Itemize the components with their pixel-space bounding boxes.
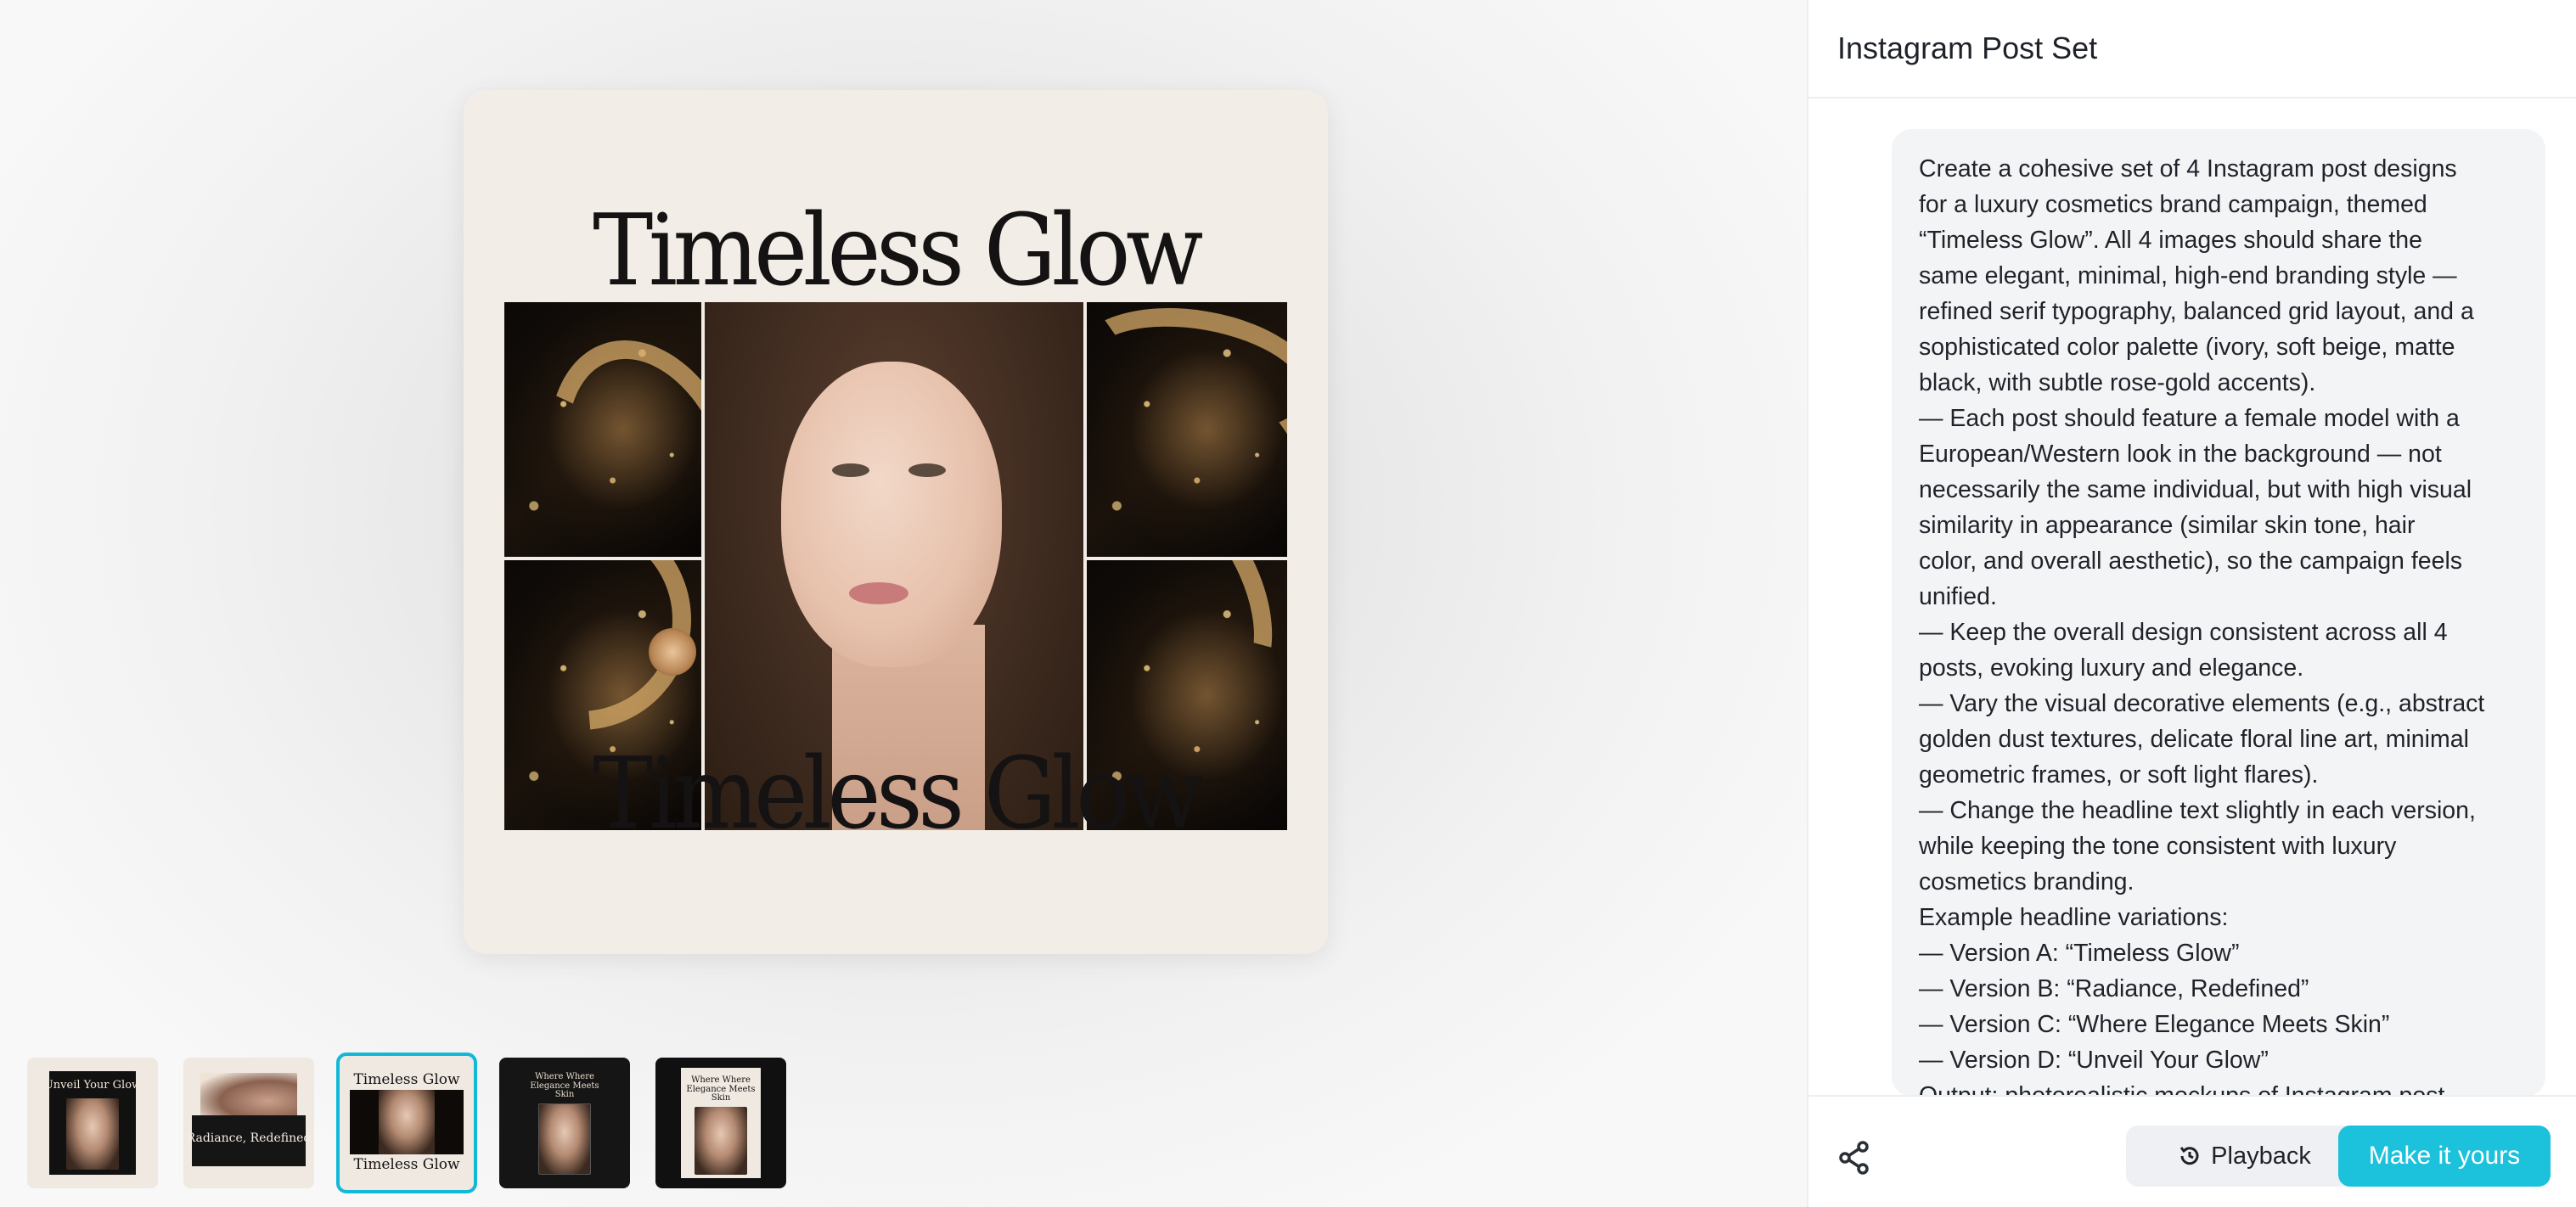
- preview-stage: Timeless Glow Timeless Glow Unveil Your …: [0, 0, 1807, 1207]
- prompt-line: while keeping the tone consistent with l…: [1919, 833, 2397, 860]
- glitter-cell: [504, 302, 701, 557]
- prompt-line: posts, evoking luxury and elegance.: [1919, 654, 2304, 682]
- prompt-line: — Version B: “Radiance, Redefined”: [1919, 975, 2309, 1002]
- main-preview-image: Timeless Glow Timeless Glow: [464, 90, 1328, 954]
- prompt-line: cosmetics branding.: [1919, 868, 2134, 895]
- prompt-line: — Version D: “Unveil Your Glow”: [1919, 1047, 2269, 1074]
- prompt-line: black, with subtle rose-gold accents).: [1919, 369, 2316, 396]
- share-button[interactable]: [1834, 1137, 1875, 1178]
- thumbnail-5[interactable]: Where Where Elegance Meets Skin: [655, 1058, 786, 1188]
- prompt-line: similarity in appearance (similar skin t…: [1919, 512, 2416, 539]
- share-icon: [1839, 1141, 1869, 1175]
- prompt-line: unified.: [1919, 583, 1997, 610]
- playback-label: Playback: [2211, 1142, 2311, 1170]
- prompt-line: color, and overall aesthetic), so the ca…: [1919, 547, 2463, 575]
- prompt-line: golden dust textures, delicate floral li…: [1919, 726, 2469, 753]
- prompt-line: — Keep the overall design consistent acr…: [1919, 619, 2448, 646]
- prompt-line: — Each post should feature a female mode…: [1919, 405, 2460, 432]
- thumbnail-label: Radiance, Redefined: [186, 1131, 312, 1145]
- panel-footer: Playback Make it yours: [1808, 1095, 2576, 1207]
- thumbnail-label-bottom: Timeless Glow: [353, 1156, 460, 1173]
- prompt-line: — Vary the visual decorative elements (e…: [1919, 690, 2485, 717]
- thumbnail-label: Where Where Elegance Meets Skin: [530, 1072, 599, 1099]
- prompt-bubble[interactable]: Create a cohesive set of 4 Instagram pos…: [1892, 129, 2545, 1097]
- glitter-cell: [1087, 302, 1287, 557]
- thumbnail-label: Where Where Elegance Meets Skin: [686, 1075, 756, 1103]
- thumbnail-3[interactable]: Timeless Glow Timeless Glow: [336, 1053, 477, 1193]
- prompt-line: geometric frames, or soft light flares).: [1919, 761, 2319, 789]
- details-panel: Instagram Post Set Create a cohesive set…: [1807, 0, 2576, 1207]
- prompt-line: for a luxury cosmetics brand campaign, t…: [1919, 191, 2427, 218]
- history-icon: [2179, 1147, 2199, 1165]
- prompt-line: “Timeless Glow”. All 4 images should sha…: [1919, 227, 2422, 254]
- prompt-line: European/Western look in the background …: [1919, 441, 2442, 468]
- headline-bottom: Timeless Glow: [593, 737, 1203, 851]
- prompt-line: Create a cohesive set of 4 Instagram pos…: [1919, 155, 2457, 182]
- prompt-line: — Change the headline text slightly in e…: [1919, 797, 2476, 824]
- thumbnail-4[interactable]: Where Where Elegance Meets Skin: [499, 1058, 630, 1188]
- thumbnail-label: Unveil Your Glow: [43, 1079, 142, 1092]
- prompt-line: refined serif typography, balanced grid …: [1919, 298, 2474, 325]
- prompt-line: necessarily the same individual, but wit…: [1919, 476, 2472, 503]
- thumbnail-2[interactable]: Radiance, Redefined: [183, 1058, 314, 1188]
- thumbnail-1[interactable]: Unveil Your Glow: [27, 1058, 158, 1188]
- panel-header: Instagram Post Set: [1808, 0, 2576, 98]
- thumbnail-label: Timeless Glow: [353, 1071, 460, 1088]
- thumbnail-strip: Unveil Your Glow Radiance, Redefined Tim…: [27, 1053, 786, 1193]
- headline-top: Timeless Glow: [593, 194, 1203, 308]
- prompt-line: Example headline variations:: [1919, 904, 2229, 931]
- prompt-text: Create a cohesive set of 4 Instagram pos…: [1919, 151, 2518, 1097]
- rose-ornament: [649, 628, 696, 676]
- prompt-line: — Version A: “Timeless Glow”: [1919, 940, 2240, 967]
- panel-title: Instagram Post Set: [1837, 31, 2098, 65]
- make-it-yours-button[interactable]: Make it yours: [2338, 1126, 2551, 1187]
- playback-button[interactable]: Playback: [2126, 1126, 2362, 1187]
- prompt-line: — Version C: “Where Elegance Meets Skin”: [1919, 1011, 2390, 1038]
- prompt-line: sophisticated color palette (ivory, soft…: [1919, 334, 2455, 361]
- prompt-line: same elegant, minimal, high-end branding…: [1919, 262, 2457, 289]
- prompt-line: Output: photorealistic mockups of Instag…: [1919, 1082, 2445, 1097]
